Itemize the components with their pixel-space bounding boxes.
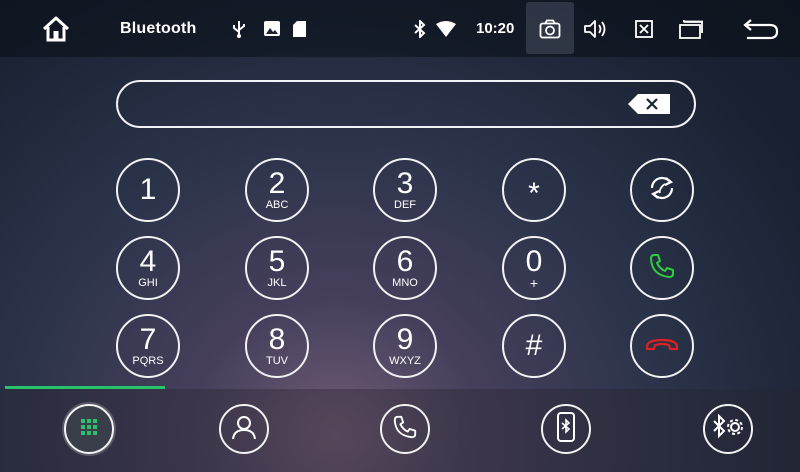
key-3[interactable]: 3 DEF — [373, 158, 437, 222]
key-digit: 1 — [139, 173, 157, 206]
key-5[interactable]: 5 JKL — [245, 236, 309, 300]
sd-card-icon — [290, 0, 308, 57]
reconnect-button[interactable] — [630, 158, 694, 222]
nav-call-log[interactable] — [380, 404, 430, 454]
key-0[interactable]: 0 + — [502, 236, 566, 300]
key-letters: TUV — [266, 354, 288, 367]
key-star[interactable]: * — [502, 158, 566, 222]
key-letters: DEF — [394, 198, 416, 211]
key-digit: 7 — [139, 322, 157, 356]
key-digit: * — [528, 177, 540, 210]
close-window-icon[interactable] — [630, 0, 658, 57]
page-indicator — [5, 386, 165, 389]
key-letters: WXYZ — [389, 354, 421, 367]
hang-up-icon — [645, 335, 679, 358]
nav-contacts[interactable] — [219, 404, 269, 454]
clock: 10:20 — [476, 20, 515, 37]
key-digit: 6 — [396, 244, 414, 278]
key-4[interactable]: 4 GHI — [116, 236, 180, 300]
key-8[interactable]: 8 TUV — [245, 314, 309, 378]
key-digit: 8 — [268, 322, 286, 356]
key-digit: 2 — [268, 166, 286, 200]
home-icon[interactable] — [36, 0, 76, 57]
bluetooth-icon — [412, 0, 428, 57]
call-button[interactable] — [630, 236, 694, 300]
key-letters: MNO — [392, 276, 418, 289]
app-title: Bluetooth — [120, 19, 197, 37]
image-icon — [262, 0, 282, 57]
key-6[interactable]: 6 MNO — [373, 236, 437, 300]
key-digit: 3 — [396, 166, 414, 200]
key-9[interactable]: 9 WXYZ — [373, 314, 437, 378]
key-letters: + — [529, 274, 539, 291]
contacts-icon — [230, 413, 258, 446]
key-letters: GHI — [138, 276, 158, 289]
bluetooth-settings-icon — [712, 413, 744, 445]
key-digit: 9 — [396, 322, 414, 356]
recent-apps-icon[interactable] — [676, 0, 706, 57]
wifi-icon — [434, 0, 458, 57]
status-bar: Bluetooth 10:20 — [0, 0, 800, 57]
dial-number-input[interactable] — [116, 80, 696, 128]
usb-icon — [230, 0, 248, 57]
reconnect-icon — [646, 174, 678, 207]
nav-phone-bluetooth[interactable] — [541, 404, 591, 454]
nav-dialpad[interactable] — [64, 404, 114, 454]
volume-icon[interactable] — [581, 0, 609, 57]
key-letters: JKL — [267, 276, 287, 289]
key-hash[interactable]: # — [502, 314, 566, 378]
phone-bluetooth-icon — [556, 411, 576, 447]
key-digit: # — [525, 329, 543, 362]
key-digit: 0 — [525, 244, 543, 278]
camera-icon[interactable] — [536, 0, 564, 57]
backspace-icon[interactable] — [628, 94, 670, 114]
hang-up-button[interactable] — [630, 314, 694, 378]
back-icon[interactable] — [740, 0, 782, 57]
call-icon — [648, 252, 676, 285]
call-log-icon — [392, 414, 418, 445]
key-2[interactable]: 2 ABC — [245, 158, 309, 222]
key-digit: 5 — [268, 244, 286, 278]
key-digit: 4 — [139, 244, 157, 278]
dialpad-icon — [81, 418, 97, 440]
key-letters: ABC — [265, 198, 289, 211]
key-1[interactable]: 1 — [116, 158, 180, 222]
key-letters: PQRS — [132, 354, 164, 367]
nav-bluetooth-settings[interactable] — [703, 404, 753, 454]
key-7[interactable]: 7 PQRS — [116, 314, 180, 378]
